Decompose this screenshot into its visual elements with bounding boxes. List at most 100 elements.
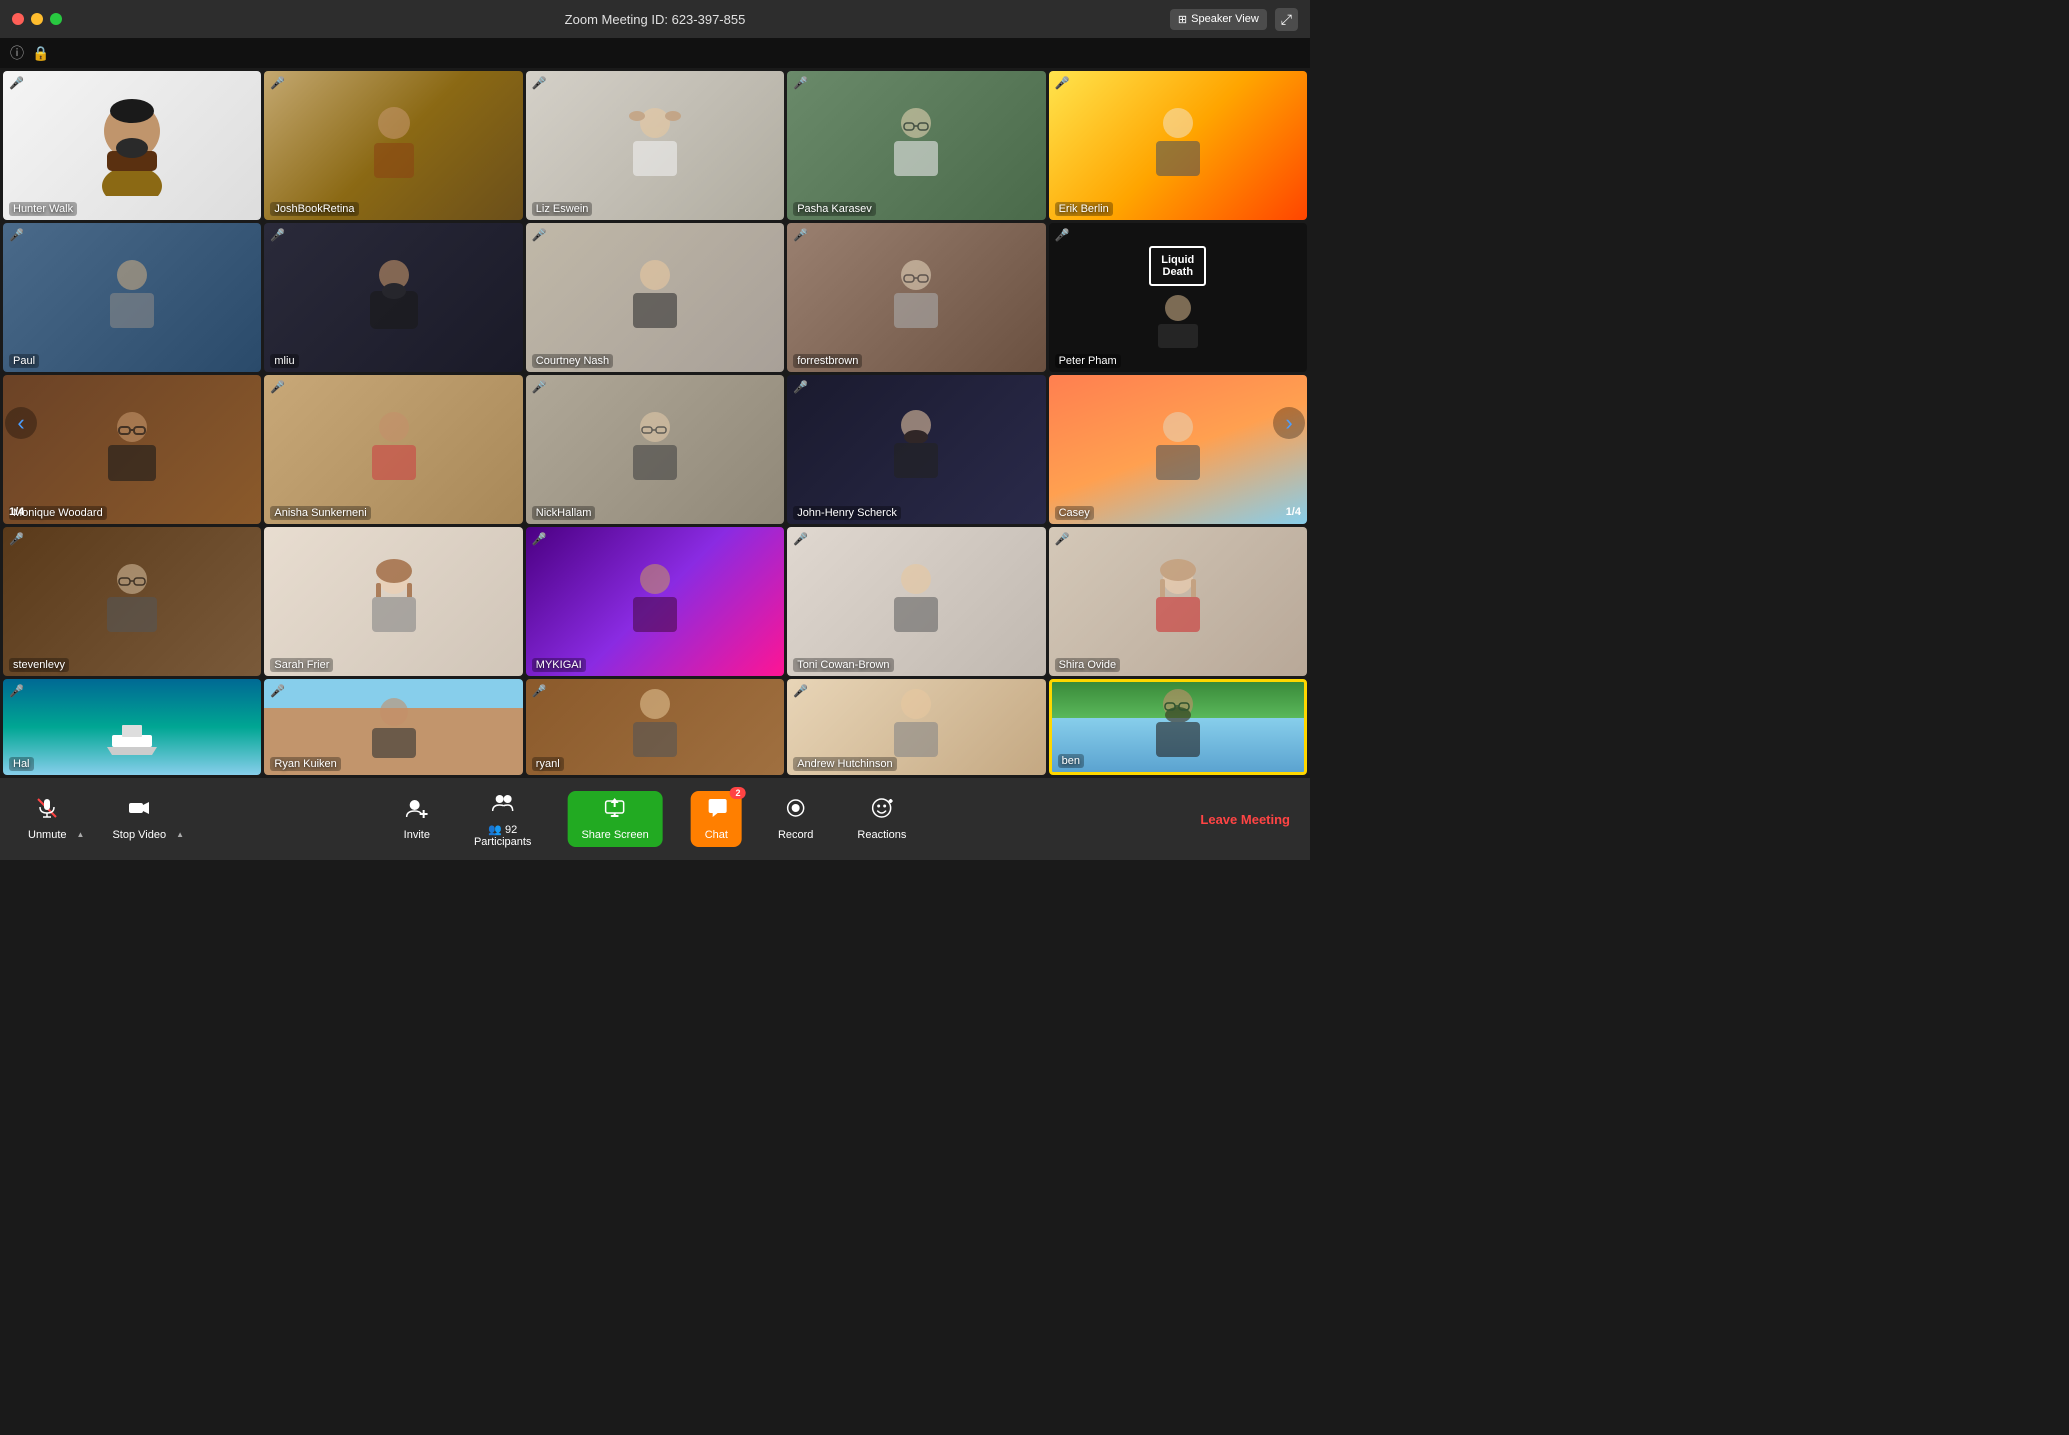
meeting-title: Zoom Meeting ID: 623-397-855 bbox=[565, 12, 746, 27]
participant-cell: 🎤 Ryan Kuiken bbox=[264, 679, 522, 775]
person-figure bbox=[625, 557, 685, 647]
participant-name: MYKIGAI bbox=[532, 658, 586, 672]
participant-name: Anisha Sunkerneni bbox=[270, 506, 370, 520]
participant-name: Ryan Kuiken bbox=[270, 757, 340, 771]
mute-indicator: 🎤 bbox=[1055, 532, 1070, 546]
person-figure bbox=[364, 405, 424, 495]
participant-name: Paul bbox=[9, 354, 39, 368]
mute-indicator: 🎤 bbox=[532, 532, 547, 546]
participants-icon bbox=[492, 791, 514, 819]
person-figure bbox=[364, 690, 424, 760]
chat-badge: 2 bbox=[730, 787, 746, 799]
unmute-arrow[interactable]: ▲ bbox=[77, 830, 85, 839]
participant-name: Andrew Hutchinson bbox=[793, 757, 896, 771]
person-figure bbox=[886, 101, 946, 191]
participant-name: NickHallam bbox=[532, 506, 596, 520]
person-figure bbox=[102, 557, 162, 647]
person-figure bbox=[364, 101, 424, 191]
mute-indicator: 🎤 bbox=[9, 76, 24, 90]
participant-name: John-Henry Scherck bbox=[793, 506, 901, 520]
titlebar-right: ⊞ Speaker View ⤢ bbox=[1170, 8, 1298, 31]
participant-cell: 🎤 Pasha Karasev bbox=[787, 71, 1045, 220]
next-page-arrow[interactable]: › bbox=[1273, 407, 1305, 439]
record-button[interactable]: Record bbox=[770, 793, 821, 845]
person-figure bbox=[1148, 682, 1208, 772]
participant-name: Erik Berlin bbox=[1055, 202, 1113, 216]
person-figure bbox=[1148, 405, 1208, 495]
mute-indicator: 🎤 bbox=[270, 228, 285, 242]
reactions-button[interactable]: Reactions bbox=[849, 793, 914, 845]
mute-indicator: 🎤 bbox=[270, 380, 285, 394]
mute-indicator: 🎤 bbox=[9, 532, 24, 546]
unmute-section: Unmute ▲ bbox=[20, 793, 84, 845]
leave-meeting-button[interactable]: Leave Meeting bbox=[1200, 812, 1290, 827]
microphone-icon bbox=[36, 797, 58, 825]
page-indicator: 1/4 bbox=[1286, 506, 1301, 518]
person-figure bbox=[625, 405, 685, 495]
mute-indicator: 🎤 bbox=[532, 228, 547, 242]
mute-indicator: 🎤 bbox=[270, 76, 285, 90]
participant-name: Courtney Nash bbox=[532, 354, 613, 368]
video-arrow[interactable]: ▲ bbox=[176, 830, 184, 839]
info-icon[interactable]: ⓘ bbox=[10, 43, 24, 63]
participant-name: Shira Ovide bbox=[1055, 658, 1120, 672]
minimize-button[interactable] bbox=[31, 13, 43, 25]
stop-video-label: Stop Video bbox=[112, 829, 166, 841]
expand-button[interactable]: ⤢ bbox=[1275, 8, 1298, 31]
close-button[interactable] bbox=[12, 13, 24, 25]
participant-cell: 🎤 Shira Ovide bbox=[1049, 527, 1307, 676]
mute-indicator: 🎤 bbox=[532, 684, 547, 698]
participant-name: Casey bbox=[1055, 506, 1094, 520]
participant-cell: 🎤 Hunter Walk bbox=[3, 71, 261, 220]
participant-cell: 🎤 Toni Cowan-Brown bbox=[787, 527, 1045, 676]
person-figure bbox=[886, 557, 946, 647]
person-figure bbox=[886, 253, 946, 343]
person-figure bbox=[102, 253, 162, 343]
participant-cell: 🎤 Paul bbox=[3, 223, 261, 372]
video-icon bbox=[128, 797, 150, 825]
participant-cell: 🎤 NickHallam bbox=[526, 375, 784, 524]
speaker-view-button[interactable]: ⊞ Speaker View bbox=[1170, 9, 1267, 30]
participant-name: mliu bbox=[270, 354, 298, 368]
participant-cell: 🎤 forrestbrown bbox=[787, 223, 1045, 372]
unmute-button[interactable]: Unmute bbox=[20, 793, 75, 845]
invite-icon bbox=[406, 797, 428, 825]
participant-name: Liz Eswein bbox=[532, 202, 593, 216]
participant-name: JoshBookRetina bbox=[270, 202, 358, 216]
participant-cell: 🎤 John-Henry Scherck bbox=[787, 375, 1045, 524]
person-figure bbox=[625, 682, 685, 772]
person-figure bbox=[886, 405, 946, 495]
participant-cell: 🎤 stevenlevy bbox=[3, 527, 261, 676]
participant-cell: Casey 1/4 bbox=[1049, 375, 1307, 524]
participant-cell: 🎤 ryanl bbox=[526, 679, 784, 775]
person-figure bbox=[364, 557, 424, 647]
participant-name: stevenlevy bbox=[9, 658, 69, 672]
unmute-label: Unmute bbox=[28, 829, 67, 841]
share-screen-button[interactable]: Share Screen bbox=[567, 791, 662, 847]
participant-name: forrestbrown bbox=[793, 354, 862, 368]
chat-button[interactable]: Chat 2 bbox=[691, 791, 742, 847]
lock-icon: 🔒 bbox=[32, 45, 49, 62]
invite-button[interactable]: Invite bbox=[396, 793, 438, 845]
participant-cell: 🎤 Liz Eswein bbox=[526, 71, 784, 220]
maximize-button[interactable] bbox=[50, 13, 62, 25]
mute-indicator: 🎤 bbox=[793, 532, 808, 546]
stop-video-button[interactable]: Stop Video bbox=[104, 793, 174, 845]
reactions-label: Reactions bbox=[857, 829, 906, 841]
nav-left: Unmute ▲ Stop Video ▲ bbox=[20, 793, 184, 845]
participant-cell: 🎤 Anisha Sunkerneni bbox=[264, 375, 522, 524]
participant-cell: 🎤 Hal bbox=[3, 679, 261, 775]
participant-name: ben bbox=[1058, 754, 1084, 768]
participants-button[interactable]: 👥 92 Participants bbox=[466, 787, 539, 852]
mute-indicator: 🎤 bbox=[1055, 228, 1070, 242]
speaker-view-label: Speaker View bbox=[1191, 13, 1259, 25]
mute-indicator: 🎤 bbox=[793, 684, 808, 698]
prev-page-arrow[interactable]: ‹ bbox=[5, 407, 37, 439]
grid-icon: ⊞ bbox=[1178, 13, 1187, 26]
traffic-lights bbox=[12, 13, 62, 25]
participant-cell: 🎤 Courtney Nash bbox=[526, 223, 784, 372]
participants-icon-text: 👥 bbox=[488, 824, 505, 836]
participants-wrapper: 👥 92 Participants bbox=[466, 787, 539, 852]
participant-cell-highlighted: ben bbox=[1049, 679, 1307, 775]
chat-icon bbox=[705, 797, 727, 825]
